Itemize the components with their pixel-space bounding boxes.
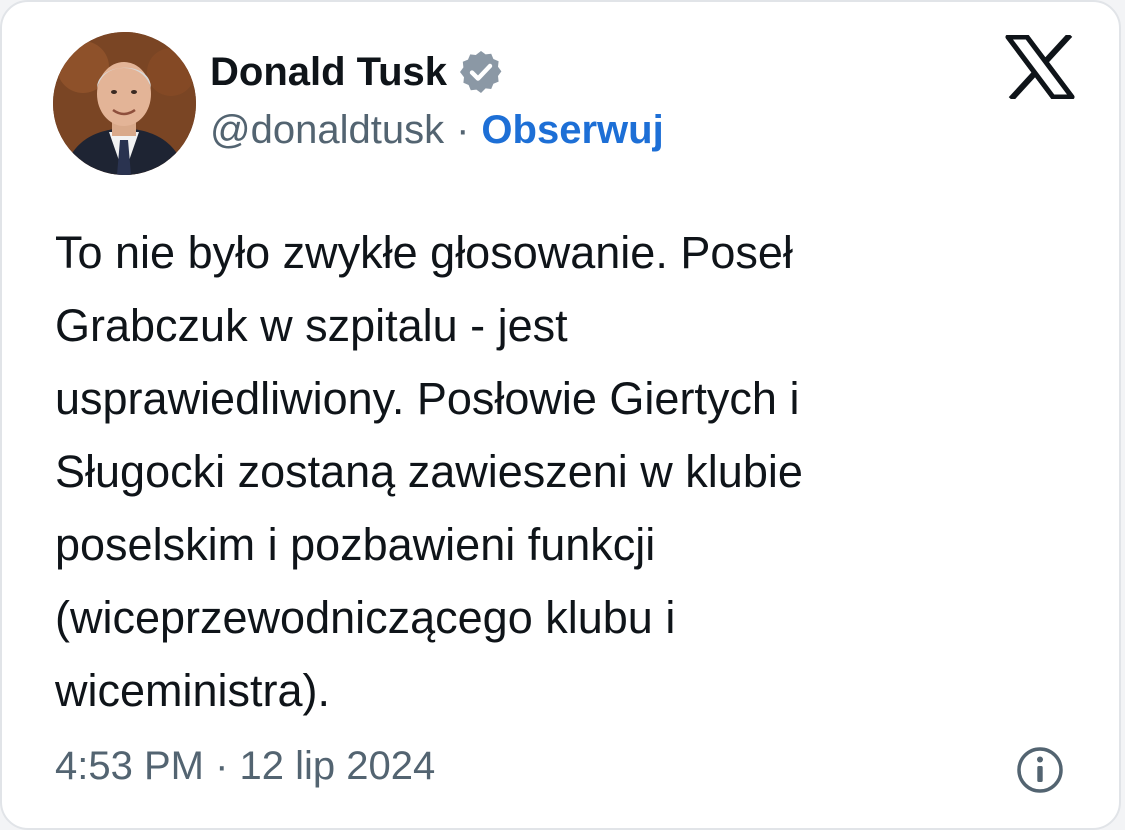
author-name-row: Donald Tusk bbox=[210, 46, 505, 98]
x-logo-icon[interactable] bbox=[1005, 35, 1075, 99]
avatar-portrait bbox=[53, 32, 196, 175]
author-handle[interactable]: @donaldtusk bbox=[210, 110, 444, 150]
handle-row: @donaldtusk · Obserwuj bbox=[210, 110, 664, 150]
tweet-text: To nie było zwykłe głosowanie. Poseł Gra… bbox=[55, 227, 803, 716]
tweet-card: Donald Tusk @donaldtusk · Obserwuj To ni… bbox=[0, 0, 1121, 830]
avatar[interactable] bbox=[53, 32, 196, 175]
info-icon[interactable] bbox=[1014, 744, 1066, 796]
author-name[interactable]: Donald Tusk bbox=[210, 52, 447, 92]
separator-dot: · bbox=[456, 108, 470, 152]
tweet-timestamp[interactable]: 4:53 PM · 12 lip 2024 bbox=[55, 746, 435, 786]
follow-button[interactable]: Obserwuj bbox=[481, 110, 663, 150]
verified-badge-icon bbox=[460, 51, 502, 93]
